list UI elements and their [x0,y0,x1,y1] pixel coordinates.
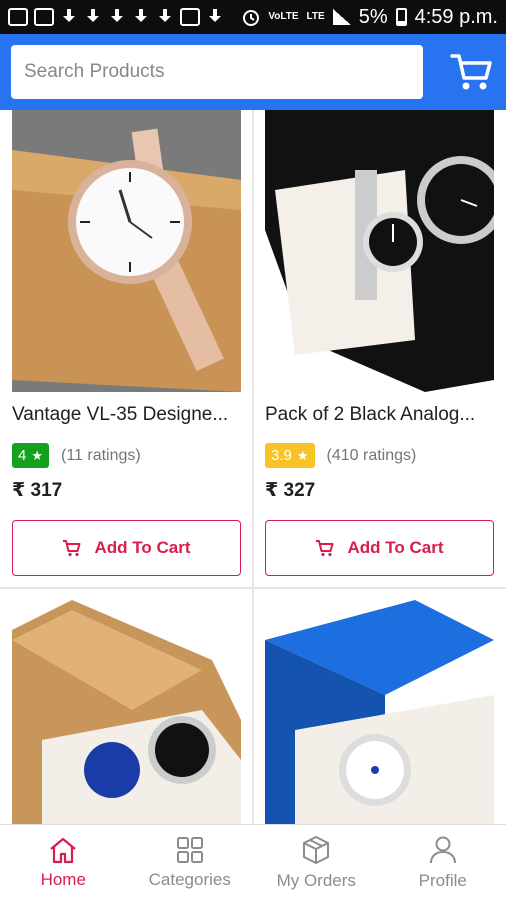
app-icon [180,8,200,26]
rating-row: 4 ★ (11 ratings) [12,443,141,468]
user-icon [429,836,456,863]
rating-badge: 3.9 ★ [265,443,315,468]
product-name[interactable]: Pack of 2 Black Analog... [265,404,497,426]
status-bar: VoLTE LTE 5% 4:59 p.m. [0,0,506,34]
add-to-cart-label: Add To Cart [347,538,444,557]
product-image[interactable] [12,600,241,824]
download-icon [206,8,224,26]
signal-icon [332,9,351,25]
product-grid: Vantage VL-35 Designe... 4 ★ (11 ratings… [0,110,506,824]
nav-my-orders[interactable]: My Orders [253,825,380,900]
add-to-cart-button[interactable]: Add To Cart [265,520,494,576]
cart-icon [63,540,81,557]
rating-badge: 4 ★ [12,443,49,468]
battery-percent: 5% [358,5,388,28]
search-input[interactable]: Search Products [11,45,423,99]
download-icon [60,8,78,26]
message-icon [8,8,28,26]
download-icon [132,8,150,26]
nav-categories[interactable]: Categories [127,825,254,900]
ratings-count: (410 ratings) [326,446,417,464]
alarm-icon [243,10,260,26]
grid-icon [176,836,203,863]
nav-label: Home [40,869,86,889]
product-price: ₹ 317 [12,480,63,501]
cart-icon[interactable] [450,52,494,92]
download-icon [156,8,174,26]
nav-label: Categories [148,869,231,889]
star-icon: ★ [31,447,43,463]
status-time: 4:59 p.m. [414,5,498,28]
lte-indicator: LTE [306,11,325,22]
rating-value: 3.9 [271,447,292,464]
download-icon [84,8,102,26]
rating-value: 4 [18,447,27,464]
nav-label: My Orders [276,870,356,890]
ratings-count: (11 ratings) [61,446,141,464]
app-header: Search Products [0,34,506,110]
nav-label: Profile [418,870,467,890]
bottom-nav: Home Categories My Orders Profile [0,824,506,900]
product-price: ₹ 327 [265,480,316,501]
add-to-cart-button[interactable]: Add To Cart [12,520,241,576]
box-icon [303,835,330,864]
product-image[interactable] [265,600,494,824]
add-to-cart-label: Add To Cart [94,538,191,557]
home-icon [50,837,76,863]
rating-row: 3.9 ★ (410 ratings) [265,443,416,468]
grid-divider [0,587,506,589]
nav-profile[interactable]: Profile [380,825,506,900]
grid-divider [252,110,254,824]
product-name[interactable]: Vantage VL-35 Designe... [12,404,244,426]
cart-icon [316,540,334,557]
download-icon [108,8,126,26]
product-image[interactable] [12,110,241,392]
battery-icon [395,8,407,26]
volte-indicator: VoLTE [268,11,299,22]
nav-home[interactable]: Home [0,825,127,900]
notification-icons [8,8,224,26]
product-image[interactable] [265,110,494,392]
star-icon: ★ [296,447,309,463]
gallery-icon [34,8,54,26]
